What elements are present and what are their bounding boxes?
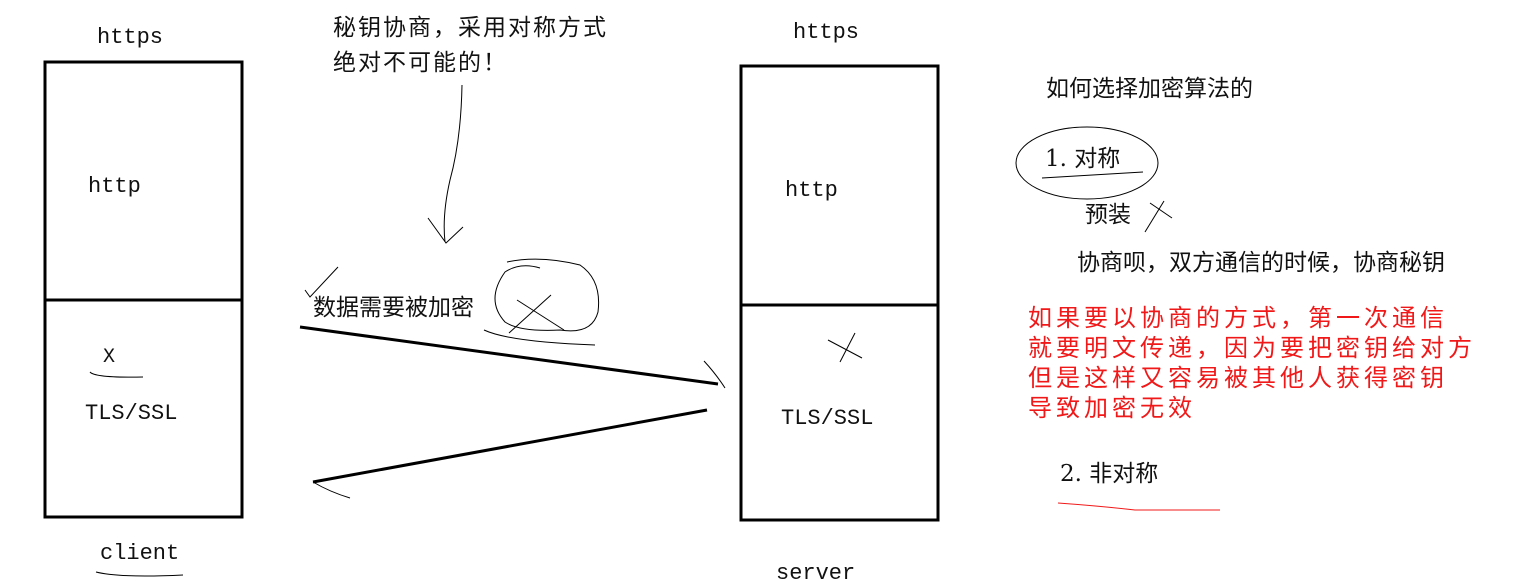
client-x-mark: X bbox=[103, 346, 116, 369]
note-arrow-icon bbox=[427, 84, 464, 244]
warning-line: 就要明文传递，因为要把密钥给对方 bbox=[1028, 334, 1476, 362]
preinstall-label: 预装 bbox=[1085, 202, 1131, 228]
server-http-layer: http bbox=[785, 178, 838, 203]
preinstall-cross-icon bbox=[1144, 200, 1173, 233]
small-arrow-icon bbox=[304, 266, 339, 298]
data-label: 数据需要被加密 bbox=[313, 295, 474, 321]
client-https-title: https bbox=[97, 25, 164, 50]
crossed-circle-icon bbox=[483, 258, 600, 346]
negotiate-text: 协商呗，双方通信的时候，协商秘钥 bbox=[1077, 250, 1445, 276]
option1-label: 1. 对称 bbox=[1045, 146, 1121, 172]
client-label-underline bbox=[95, 571, 184, 577]
server-label: server bbox=[776, 561, 856, 581]
server-https-title: https bbox=[793, 20, 860, 45]
server-tls-layer: TLS/SSL bbox=[781, 406, 874, 431]
note-line-1: 秘钥协商，采用对称方式 bbox=[333, 15, 608, 41]
drawing-layer bbox=[43, 60, 1220, 577]
response-arrow-icon bbox=[312, 408, 708, 499]
client-label: client bbox=[100, 541, 180, 566]
warning-line: 但是这样又容易被其他人获得密钥 bbox=[1028, 364, 1448, 392]
option1-underline bbox=[1041, 171, 1144, 179]
client-box bbox=[43, 60, 244, 519]
client-tls-layer: TLS/SSL bbox=[85, 401, 178, 426]
whiteboard-canvas: https http X TLS/SSL client https http T… bbox=[0, 0, 1530, 581]
request-arrow-icon bbox=[299, 325, 726, 389]
right-heading: 如何选择加密算法的 bbox=[1046, 76, 1253, 102]
warning-line: 如果要以协商的方式，第一次通信 bbox=[1028, 304, 1448, 332]
client-x-underline bbox=[89, 371, 144, 378]
warning-line: 导致加密无效 bbox=[1028, 394, 1196, 422]
note-line-2: 绝对不可能的！ bbox=[333, 50, 508, 76]
server-box bbox=[739, 64, 940, 522]
server-cross-icon bbox=[827, 332, 863, 363]
option2-underline bbox=[1057, 502, 1220, 511]
option2-label: 2. 非对称 bbox=[1060, 461, 1159, 487]
client-http-layer: http bbox=[88, 174, 141, 199]
